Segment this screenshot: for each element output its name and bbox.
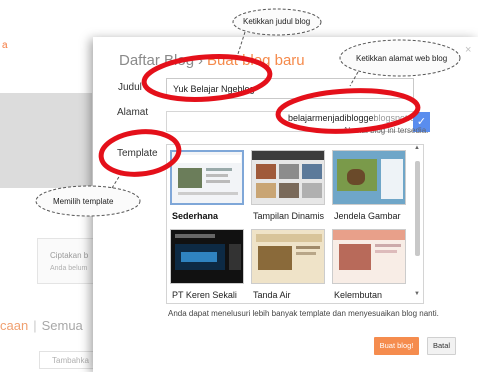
template-name-1[interactable]: Sederhana [172, 211, 218, 221]
template-thumb-kelembutan[interactable] [332, 229, 406, 284]
background-card-subtitle: Anda belum [50, 265, 88, 272]
template-name-3[interactable]: Jendela Gambar [334, 211, 401, 221]
background-tab-b: Semua [41, 318, 83, 333]
background-tab-separator: | [33, 318, 37, 333]
address-input[interactable]: belajarmenjadiblogger [288, 113, 377, 123]
close-icon[interactable]: × [465, 44, 471, 56]
scroll-thumb[interactable] [415, 161, 420, 256]
template-name-2[interactable]: Tampilan Dinamis [253, 211, 324, 221]
template-label: Template [117, 148, 158, 159]
address-hint: Alamat blog ini tersedia. [343, 126, 429, 135]
address-label: Alamat [117, 107, 149, 118]
template-scrollbar[interactable]: ▲ ▼ [412, 145, 423, 303]
cancel-button[interactable]: Batal [427, 337, 456, 355]
background-card-title: Ciptakan b [50, 251, 89, 260]
title-callout-text: Ketikkan judul blog [243, 17, 311, 26]
template-thumb-tampilan-dinamis[interactable] [251, 150, 325, 205]
template-callout-text: Memilih template [53, 197, 114, 206]
template-name-5[interactable]: Tanda Air [253, 290, 291, 300]
background-label: a [2, 40, 8, 51]
breadcrumb-current: Buat blog baru [207, 52, 305, 69]
background-gray-panel [0, 93, 92, 188]
title-input[interactable]: Yuk Belajar Ngeblog [166, 78, 414, 99]
background-button: Tambahka [39, 351, 97, 369]
template-thumb-sederhana[interactable] [170, 150, 244, 205]
scroll-down-icon[interactable]: ▼ [414, 291, 420, 297]
template-name-4[interactable]: PT Keren Sekali [172, 290, 237, 300]
background-card: Ciptakan b Anda belum [37, 238, 96, 284]
background-tabs: caan | Semua [0, 318, 83, 333]
create-blog-button[interactable]: Buat blog! [374, 337, 419, 355]
breadcrumb-separator: › [198, 52, 204, 69]
address-callout-text: Ketikkan alamat web blog [356, 54, 448, 63]
dialog-title: Daftar Blog › Buat blog baru [119, 52, 305, 69]
title-label: Judul [118, 82, 142, 93]
background-tab-a: caan [0, 318, 29, 333]
breadcrumb-parent[interactable]: Daftar Blog [119, 52, 194, 69]
template-thumb-jendela-gambar[interactable] [332, 150, 406, 205]
template-thumb-tanda-air[interactable] [251, 229, 325, 284]
template-name-6[interactable]: Kelembutan [334, 290, 382, 300]
scroll-up-icon[interactable]: ▲ [414, 145, 420, 151]
template-thumb-pt-keren-sekali[interactable] [170, 229, 244, 284]
footer-note: Anda dapat menelusuri lebih banyak templ… [168, 309, 439, 318]
